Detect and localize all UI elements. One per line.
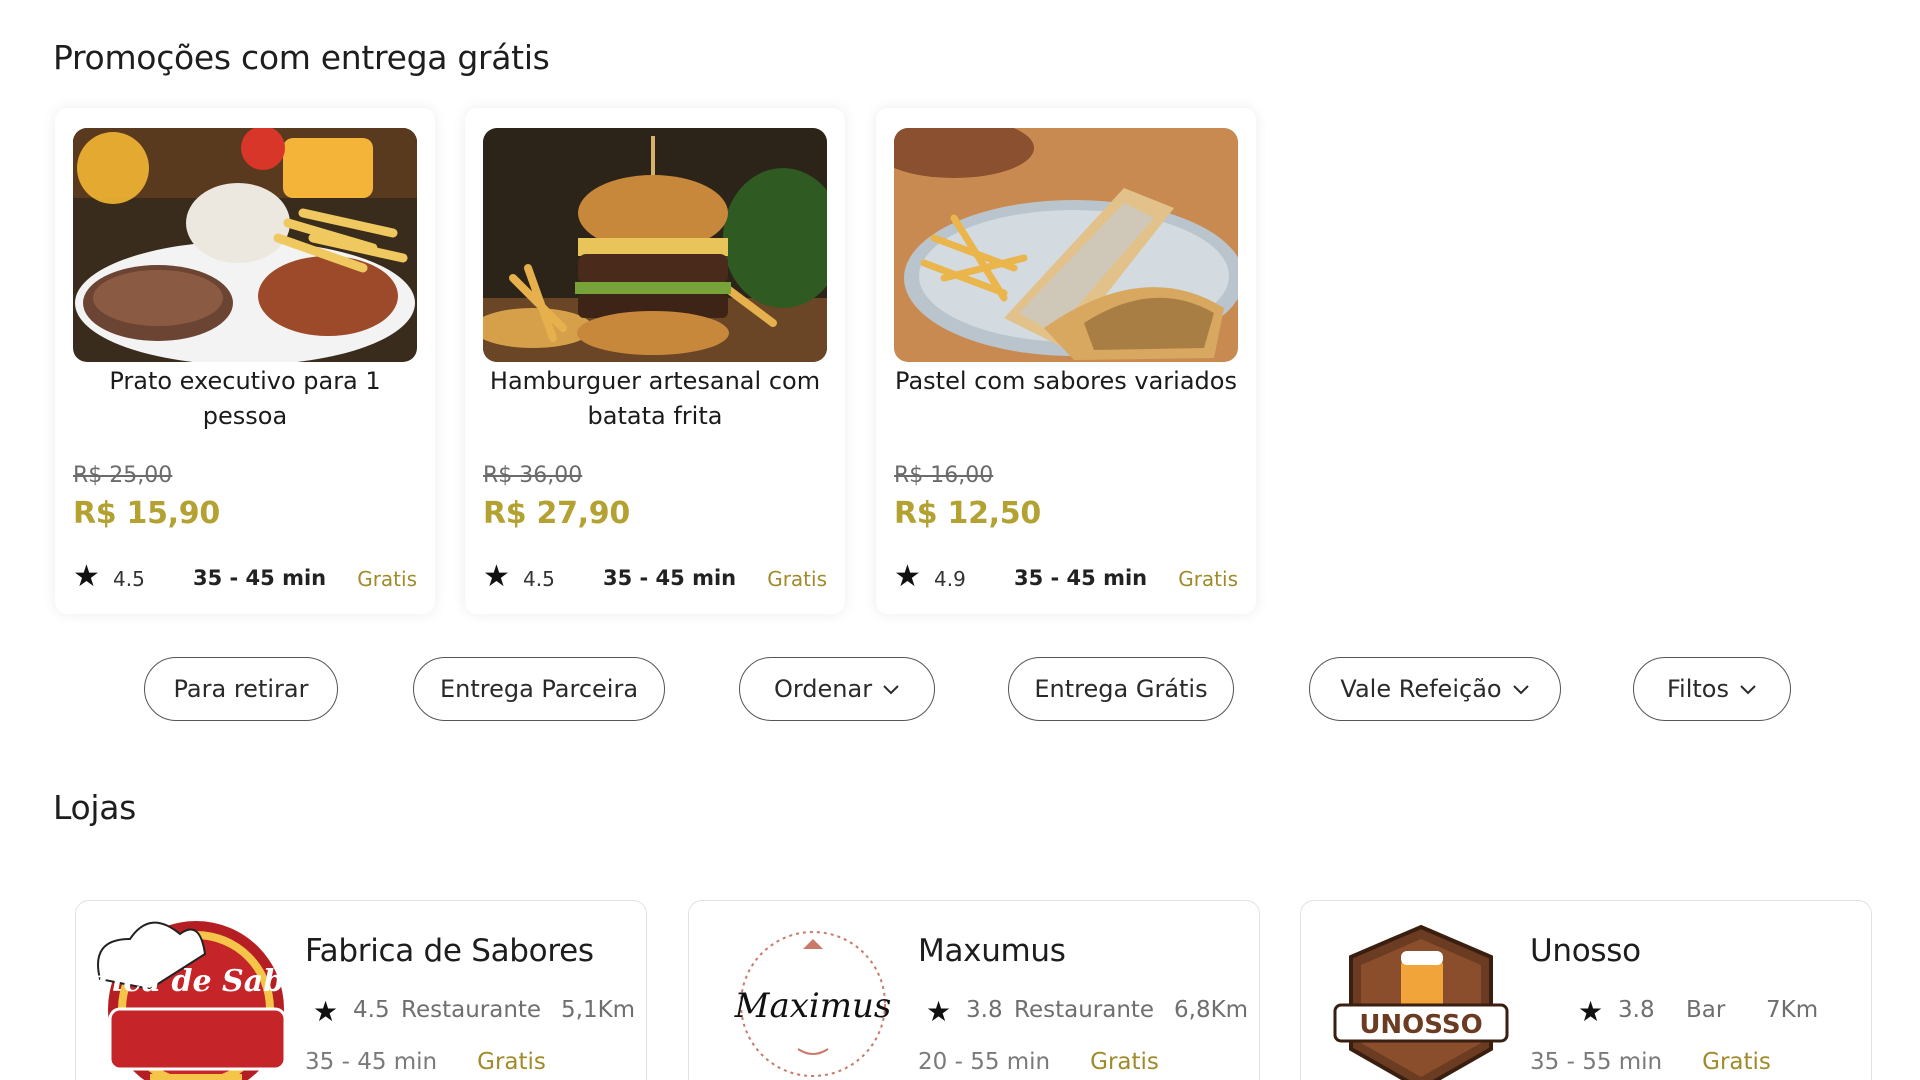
- promo-old-price: R$ 36,00: [483, 463, 583, 488]
- promo-delivery-time: 35 - 45 min: [1014, 566, 1148, 590]
- store-rating: 4.5: [353, 997, 390, 1023]
- chevron-down-icon: [1512, 685, 1529, 695]
- store-category: Restaurante: [1014, 997, 1155, 1023]
- promo-meta: ★ 4.5 35 - 45 min Gratis: [73, 562, 417, 592]
- promo-rating: 4.5: [523, 567, 555, 591]
- promo-meta: ★ 4.5 35 - 45 min Gratis: [483, 562, 827, 592]
- filter-entrega-parceira[interactable]: Entrega Parceira: [413, 657, 665, 721]
- promo-old-price: R$ 16,00: [894, 463, 994, 488]
- star-icon: ★: [73, 559, 100, 594]
- store-card[interactable]: UNOSSO Unosso ★ 3.8 Bar 7Km 35 - 55 min G…: [1300, 900, 1872, 1080]
- store-name: Fabrica de Sabores: [305, 933, 594, 969]
- promo-rating: 4.5: [113, 567, 145, 591]
- promo-price: R$ 27,90: [483, 496, 630, 531]
- store-rating: 3.8: [1618, 997, 1655, 1023]
- promo-price: R$ 12,50: [894, 496, 1041, 531]
- store-delivery-time: 35 - 55 min: [1530, 1049, 1663, 1075]
- store-name: Unosso: [1530, 933, 1641, 969]
- filter-filtros[interactable]: Filtos: [1633, 657, 1791, 721]
- filter-label: Entrega Grátis: [1034, 675, 1208, 703]
- filter-label: Ordenar: [773, 675, 873, 703]
- store-delivery-row: 35 - 55 min Gratis: [1530, 1049, 1771, 1075]
- store-delivery-time: 35 - 45 min: [305, 1049, 438, 1075]
- filter-para-retirar[interactable]: Para retirar: [144, 657, 338, 721]
- filter-label: Entrega Parceira: [439, 675, 639, 703]
- promo-delivery-fee: Gratis: [1178, 567, 1238, 591]
- promo-card[interactable]: Prato executivo para 1 pessoa R$ 25,00 R…: [55, 108, 435, 614]
- star-icon: ★: [1578, 995, 1604, 1028]
- store-delivery-fee: Gratis: [1090, 1049, 1159, 1075]
- promo-delivery-fee: Gratis: [357, 567, 417, 591]
- filter-label: Filtos: [1667, 675, 1729, 703]
- store-info-row: ★ 3.8 Restaurante 6,8Km: [918, 995, 1258, 1028]
- promo-meta: ★ 4.9 35 - 45 min Gratis: [894, 562, 1238, 592]
- promo-item-name: Pastel com sabores variados: [895, 367, 1237, 395]
- store-info-row: ★ 4.5 Restaurante 5,1Km: [305, 995, 645, 1028]
- star-icon: ★: [926, 995, 952, 1028]
- filter-vale-refeicao[interactable]: Vale Refeição: [1309, 657, 1561, 721]
- promo-delivery-time: 35 - 45 min: [603, 566, 737, 590]
- filter-label: Vale Refeição: [1340, 675, 1502, 703]
- store-delivery-row: 35 - 45 min Gratis: [305, 1049, 546, 1075]
- filter-entrega-gratis[interactable]: Entrega Grátis: [1008, 657, 1234, 721]
- store-distance: 6,8Km: [1174, 997, 1249, 1023]
- promo-card[interactable]: Hamburguer artesanal com batata frita R$…: [465, 108, 845, 614]
- star-icon: ★: [313, 995, 339, 1028]
- star-icon: ★: [894, 559, 921, 594]
- store-category: Bar: [1686, 997, 1726, 1023]
- store-distance: 5,1Km: [561, 997, 636, 1023]
- logo-text: Fábrica de Sabores: [90, 964, 302, 999]
- store-card[interactable]: Maximus Maxumus ★ 3.8 Restaurante 6,8Km …: [688, 900, 1260, 1080]
- promo-item-name: Prato executivo para 1 pessoa: [109, 367, 381, 430]
- filter-label: Para retirar: [173, 675, 309, 703]
- store-card[interactable]: Fábrica de Sabores Fabrica de Sabores ★ …: [35, 900, 647, 1080]
- promo-card[interactable]: Pastel com sabores variados R$ 16,00 R$ …: [876, 108, 1256, 614]
- promo-price: R$ 15,90: [73, 496, 220, 531]
- promo-old-price: R$ 25,00: [73, 463, 173, 488]
- stores-section-title: Lojas: [53, 788, 137, 827]
- chevron-down-icon: [883, 685, 899, 695]
- unosso-logo: UNOSSO: [1315, 909, 1527, 1080]
- star-icon: ★: [483, 559, 510, 594]
- chevron-down-icon: [1740, 685, 1756, 695]
- hamburguer-photo: [483, 128, 827, 362]
- store-distance: 7Km: [1766, 997, 1819, 1023]
- promo-rating: 4.9: [934, 567, 966, 591]
- filter-ordenar[interactable]: Ordenar: [739, 657, 935, 721]
- promo-section-title: Promoções com entrega grátis: [53, 38, 550, 77]
- store-delivery-fee: Gratis: [1702, 1049, 1771, 1075]
- logo-text: UNOSSO: [1359, 1010, 1482, 1040]
- promo-delivery-time: 35 - 45 min: [193, 566, 327, 590]
- fabrica-de-sabores-logo: Fábrica de Sabores: [35, 909, 356, 1080]
- promo-item-name: Hamburguer artesanal com batata frita: [489, 367, 821, 430]
- store-rating: 3.8: [966, 997, 1003, 1023]
- store-name: Maxumus: [918, 933, 1066, 969]
- logo-text: Maximus: [734, 986, 892, 1026]
- prato-executivo-photo: [73, 128, 417, 362]
- store-delivery-time: 20 - 55 min: [918, 1049, 1051, 1075]
- store-delivery-fee: Gratis: [477, 1049, 546, 1075]
- promo-delivery-fee: Gratis: [767, 567, 827, 591]
- maxumus-logo: Maximus: [703, 909, 915, 1080]
- pastel-photo: [894, 128, 1238, 362]
- store-delivery-row: 20 - 55 min Gratis: [918, 1049, 1159, 1075]
- store-info-row: ★ 3.8 Bar 7Km: [1530, 995, 1870, 1028]
- store-category: Restaurante: [401, 997, 542, 1023]
